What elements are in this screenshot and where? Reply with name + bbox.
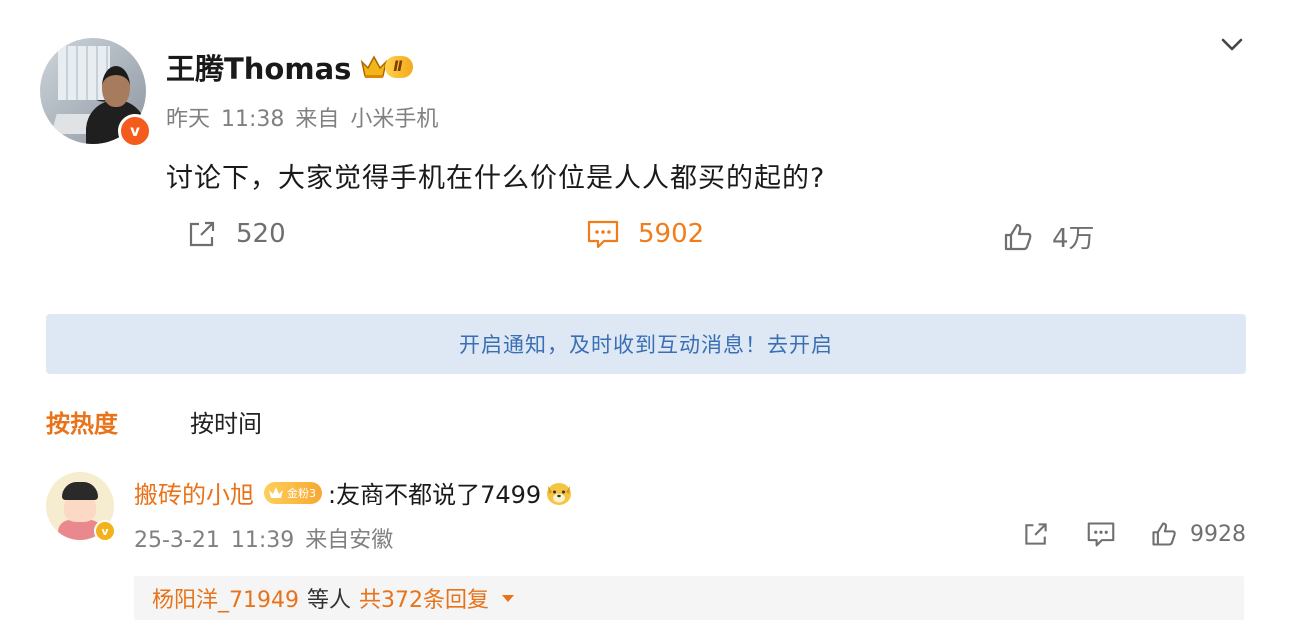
vip-level-label: Ⅱ	[385, 56, 413, 78]
comment-count: 5902	[638, 219, 705, 249]
comment-location: 来自安徽	[305, 528, 394, 553]
vip-badge[interactable]: Ⅱ	[359, 54, 413, 80]
reply-count[interactable]: 共372条回复	[359, 582, 489, 614]
comment-button[interactable]: 5902	[586, 218, 704, 250]
crown-icon	[269, 486, 283, 498]
dog-emoji-icon	[547, 482, 572, 505]
tab-sort-hot[interactable]: 按热度	[46, 404, 118, 439]
comment-like-button[interactable]: 9928	[1150, 520, 1246, 548]
reply-user[interactable]: 杨阳洋_71949	[152, 582, 299, 614]
comment-like-count: 9928	[1190, 521, 1246, 547]
notify-text: 开启通知，及时收到互动消息！去开启	[459, 333, 833, 357]
fan-badge[interactable]: 金粉3	[264, 481, 322, 504]
comment-reply-button[interactable]	[1086, 520, 1128, 548]
commenter-name[interactable]: 搬砖的小旭	[134, 475, 254, 510]
commenter-verified-icon: v	[94, 520, 116, 542]
chevron-down-icon[interactable]	[1218, 30, 1246, 58]
verified-badge-icon: v	[118, 114, 152, 148]
author-avatar[interactable]: v	[40, 38, 152, 148]
post-source[interactable]: 小米手机	[350, 107, 438, 132]
commenter-avatar[interactable]: v	[46, 472, 116, 542]
comment-text: :友商不都说了7499	[328, 481, 542, 509]
fan-badge-label: 金粉3	[287, 486, 316, 500]
replies-summary[interactable]: 杨阳洋_71949 等人 共372条回复	[134, 576, 1244, 620]
post-text: 讨论下，大家觉得手机在什么价位是人人都买的起的?	[166, 163, 826, 194]
author-name-row: 王腾Thomas Ⅱ	[166, 46, 413, 88]
post-time: 昨天 11:38	[166, 107, 285, 132]
like-button[interactable]: 4万	[1002, 218, 1095, 255]
comment-meta: 25-3-21 11:39 来自安徽	[134, 522, 393, 554]
enable-notifications-banner[interactable]: 开启通知，及时收到互动消息！去开启	[46, 314, 1246, 374]
post-meta: 昨天 11:38 来自 小米手机	[166, 101, 438, 133]
like-count: 4万	[1052, 224, 1095, 254]
repost-icon	[189, 221, 215, 247]
comment-repost-button[interactable]	[1022, 520, 1062, 548]
repost-icon	[1025, 523, 1047, 545]
post-source-prefix: 来自	[295, 107, 340, 132]
comment-time: 25-3-21 11:39	[134, 528, 295, 553]
author-name[interactable]: 王腾Thomas	[166, 46, 351, 88]
reply-middle-text: 等人	[307, 588, 352, 613]
tab-sort-time[interactable]: 按时间	[190, 404, 262, 439]
caret-down-icon[interactable]	[501, 593, 515, 603]
comment-body: 搬砖的小旭 金粉3 :友商不都说了7499	[134, 475, 573, 510]
like-icon	[1152, 522, 1176, 546]
repost-count: 520	[236, 219, 286, 249]
comment-icon	[587, 220, 619, 249]
comment-icon	[1087, 522, 1115, 547]
repost-button[interactable]: 520	[186, 218, 286, 250]
like-icon	[1004, 223, 1032, 250]
